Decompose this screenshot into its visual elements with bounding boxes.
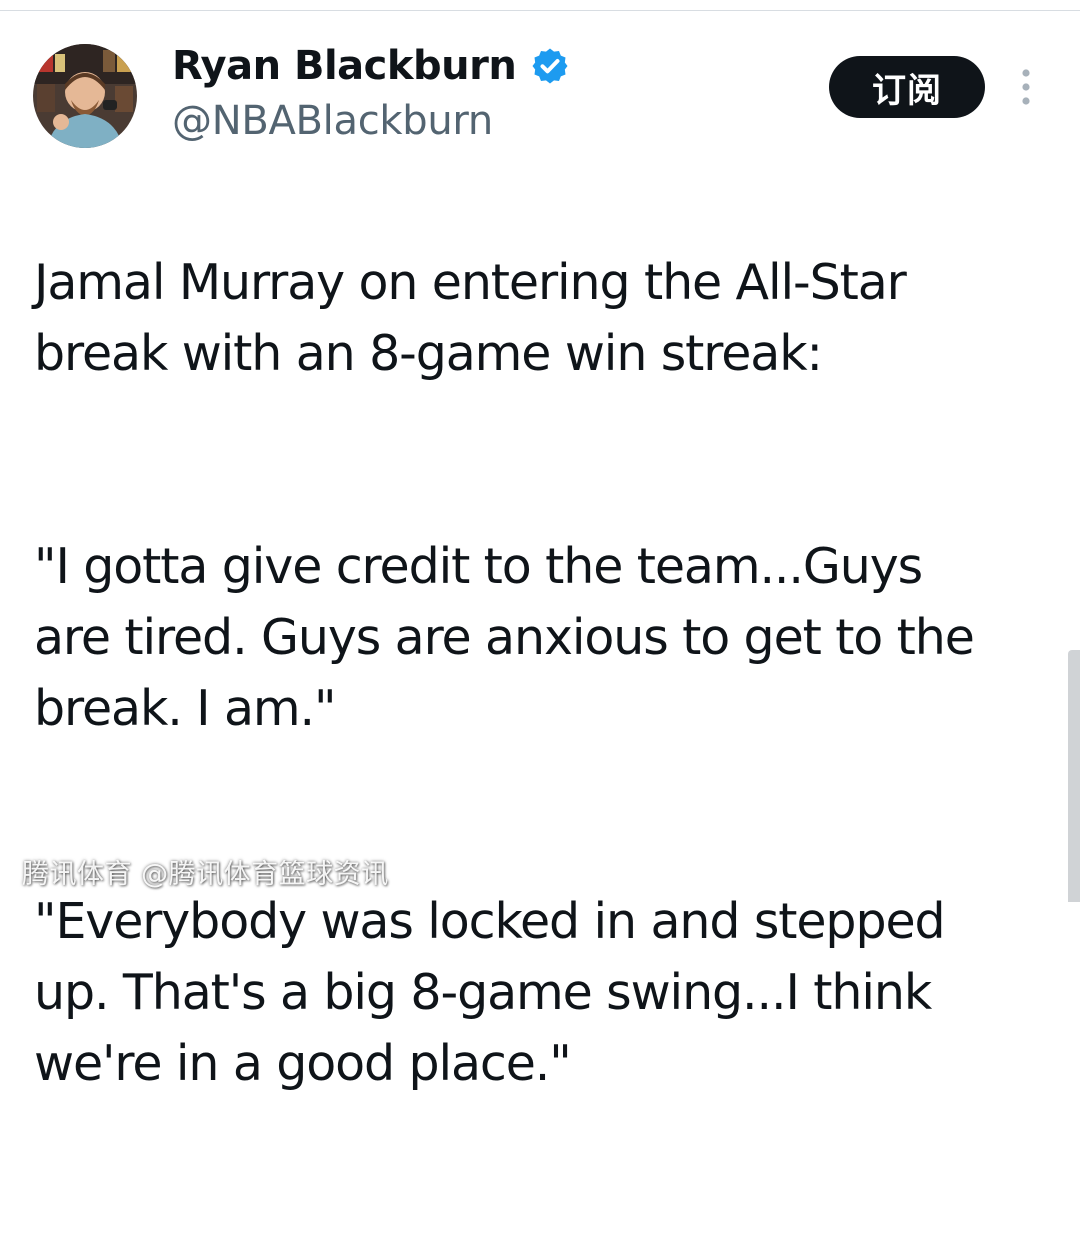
scrollbar-thumb[interactable] bbox=[1068, 650, 1080, 902]
tweet-paragraph-intro: Jamal Murray on entering the All-Star br… bbox=[34, 254, 907, 382]
author-avatar[interactable] bbox=[33, 44, 137, 148]
avatar-photo-icon bbox=[33, 44, 137, 148]
more-options-icon[interactable] bbox=[1014, 68, 1038, 106]
author-name-row[interactable]: Ryan Blackburn bbox=[172, 40, 570, 92]
tweet-paragraph-quote-2: "Everybody was locked in and stepped up.… bbox=[34, 893, 946, 1092]
verified-badge-icon bbox=[532, 48, 568, 84]
tweet-paragraph-quote-1: "I gotta give credit to the team...Guys … bbox=[34, 538, 975, 737]
subscribe-button[interactable]: 订阅 bbox=[829, 56, 985, 118]
author-display-name[interactable]: Ryan Blackburn bbox=[172, 43, 517, 89]
tweet-text: Jamal Murray on entering the All-Star br… bbox=[34, 176, 1044, 1241]
watermark-text: 腾讯体育 @腾讯体育篮球资讯 bbox=[22, 859, 389, 890]
author-handle[interactable]: @NBABlackburn bbox=[172, 98, 493, 144]
top-divider bbox=[0, 10, 1080, 11]
